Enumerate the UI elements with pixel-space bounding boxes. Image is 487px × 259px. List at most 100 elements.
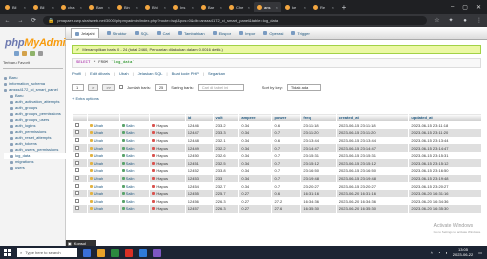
app-icon[interactable]: [153, 248, 161, 257]
table-cell[interactable]: 0.34: [238, 129, 273, 137]
reload-icon[interactable]: ⟳: [30, 17, 37, 24]
table-cell[interactable]: 2023-06-15 23:11:18: [336, 121, 410, 130]
sql-link[interactable]: Edit dibaris: [90, 71, 110, 76]
minimize-icon[interactable]: –: [451, 4, 454, 10]
extra-options-link[interactable]: + Extra options: [72, 95, 481, 102]
browser-tab[interactable]: Ban ×: [86, 2, 113, 12]
row-delete-button[interactable]: Hapus: [152, 123, 168, 128]
row-copy-button[interactable]: Salin: [121, 191, 134, 196]
table-cell[interactable]: 23:20:27: [300, 182, 337, 190]
table-cell[interactable]: 16:31:16: [300, 189, 337, 198]
column-header[interactable]: id: [184, 113, 214, 122]
row-edit-button[interactable]: Ubah: [89, 123, 103, 128]
row-edit-button[interactable]: Ubah: [89, 199, 103, 204]
tray-arrow-icon[interactable]: ˄: [431, 250, 433, 255]
logout-icon[interactable]: [22, 51, 27, 56]
row-copy-button[interactable]: Salin: [121, 130, 134, 135]
column-header[interactable]: updated_at: [408, 113, 482, 122]
page-select[interactable]: 1: [72, 83, 84, 91]
chrome-icon[interactable]: [125, 248, 133, 257]
next-page-button[interactable]: >: [88, 83, 99, 91]
row-copy-button[interactable]: Salin: [121, 176, 134, 181]
table-cell[interactable]: 12457: [185, 205, 214, 213]
tab-sql[interactable]: SQL: [134, 31, 149, 36]
forward-icon[interactable]: →: [17, 18, 24, 24]
table-cell[interactable]: 23:13:44: [300, 136, 337, 145]
table-cell[interactable]: 0.34: [238, 144, 273, 152]
table-cell[interactable]: 2023-06-15 23:16:50: [408, 167, 482, 175]
sql-link[interactable]: Ubah: [119, 71, 129, 76]
table-row[interactable]: Ubah Salin Hapus 12450 232.6 0.34 0.7 23:15:31 2…: [72, 151, 482, 160]
tab-close-icon[interactable]: ×: [136, 5, 138, 10]
table-cell[interactable]: 2023-06-15 23:16:50: [336, 167, 410, 175]
table-cell[interactable]: 233.2: [213, 121, 240, 130]
table-cell[interactable]: 226.3: [213, 205, 240, 213]
close-icon[interactable]: ✕: [476, 4, 481, 11]
sql-link[interactable]: Jelaskan SQL: [138, 71, 163, 76]
table-cell[interactable]: 23:14:47: [300, 144, 337, 152]
star-icon[interactable]: ☆: [433, 17, 441, 24]
table-cell[interactable]: 23:19:48: [300, 174, 337, 183]
table-cell[interactable]: 23:15:12: [300, 159, 337, 168]
phpmyadmin-logo[interactable]: phpMyAdmin: [5, 37, 72, 49]
table-cell[interactable]: 233: [213, 174, 240, 183]
row-delete-button[interactable]: Hapus: [152, 168, 168, 173]
table-cell[interactable]: 0.27: [238, 205, 273, 213]
tab-ekspor[interactable]: Ekspor: [212, 31, 231, 36]
row-edit-button[interactable]: Ubah: [89, 184, 103, 189]
tab-operasi[interactable]: Operasi: [263, 31, 283, 36]
sort-select[interactable]: Tidak ada: [286, 83, 321, 91]
table-cell[interactable]: 2023-06-15 23:11:18: [408, 121, 482, 130]
tab-close-icon[interactable]: ×: [276, 5, 278, 10]
table-cell[interactable]: 0.7: [271, 151, 302, 160]
tab-close-icon[interactable]: ×: [304, 5, 306, 10]
notifications-icon[interactable]: ▭: [478, 250, 482, 255]
table-cell[interactable]: 2023-06-15 23:13:44: [408, 136, 482, 145]
sql-query-box[interactable]: SELECT * FROM `log_data`: [72, 58, 481, 68]
volume-icon[interactable]: ◖: [445, 250, 447, 255]
table-cell[interactable]: 2023-06-15 23:15:31: [408, 151, 482, 160]
table-cell[interactable]: 0.27: [238, 189, 273, 198]
row-copy-button[interactable]: Salin: [121, 153, 134, 158]
row-checkbox[interactable]: [74, 130, 79, 135]
tab-struktur[interactable]: Struktur: [106, 31, 127, 36]
row-copy-button[interactable]: Salin: [121, 206, 134, 211]
row-checkbox[interactable]: [74, 206, 79, 211]
table-cell[interactable]: 2023-06-15 23:11:20: [336, 129, 410, 137]
table-cell[interactable]: 0.34: [238, 167, 273, 175]
row-edit-button[interactable]: Ubah: [89, 161, 103, 166]
row-checkbox[interactable]: [74, 137, 79, 142]
row-copy-button[interactable]: Salin: [121, 168, 134, 173]
table-cell[interactable]: 2023-06-20 16:34:36: [408, 197, 482, 206]
table-cell[interactable]: 2023-06-15 23:13:44: [336, 136, 410, 145]
table-cell[interactable]: 0.34: [238, 182, 273, 190]
row-checkbox[interactable]: [74, 175, 79, 180]
maximize-icon[interactable]: ▢: [462, 4, 468, 11]
row-copy-button[interactable]: Salin: [121, 184, 134, 189]
tab-trigger[interactable]: Trigger: [291, 31, 310, 36]
filter-input[interactable]: Cari di tabel ini: [197, 83, 244, 91]
table-cell[interactable]: 23:16:50: [300, 167, 337, 175]
table-cell[interactable]: 232.7: [213, 182, 240, 190]
table-row[interactable]: Ubah Salin Hapus 12452 233.8 0.34 0.7 23:16:50 2…: [72, 167, 482, 175]
table-row[interactable]: Ubah Salin Hapus 12456 226.3 0.27 27.2 16:34:36…: [72, 197, 482, 206]
table-row[interactable]: Ubah Salin Hapus 12454 232.7 0.34 0.7 23:20:27 2…: [72, 182, 482, 190]
row-checkbox[interactable]: [74, 198, 79, 203]
tab-close-icon[interactable]: ×: [24, 5, 26, 10]
table-cell[interactable]: 12456: [185, 197, 214, 206]
sql-link[interactable]: Buat kode PHP: [172, 71, 199, 76]
row-delete-button[interactable]: Hapus: [152, 161, 168, 166]
row-delete-button[interactable]: Hapus: [152, 153, 168, 158]
table-cell[interactable]: 2023-06-15 23:20:27: [408, 182, 482, 190]
browser-tab[interactable]: Bil ×: [2, 2, 29, 12]
table-cell[interactable]: 0.6: [271, 189, 302, 198]
table-cell[interactable]: 0.34: [238, 136, 273, 145]
table-cell[interactable]: 2023-06-15 23:14:47: [336, 144, 410, 152]
row-edit-button[interactable]: Ubah: [89, 153, 103, 158]
table-cell[interactable]: 0.6: [271, 136, 302, 145]
table-cell[interactable]: 2023-06-15 23:11:20: [408, 129, 482, 137]
tab-close-icon[interactable]: ×: [248, 5, 250, 10]
table-cell[interactable]: 0.7: [271, 159, 302, 168]
table-cell[interactable]: 233.8: [213, 167, 240, 175]
row-checkbox[interactable]: [74, 191, 79, 196]
